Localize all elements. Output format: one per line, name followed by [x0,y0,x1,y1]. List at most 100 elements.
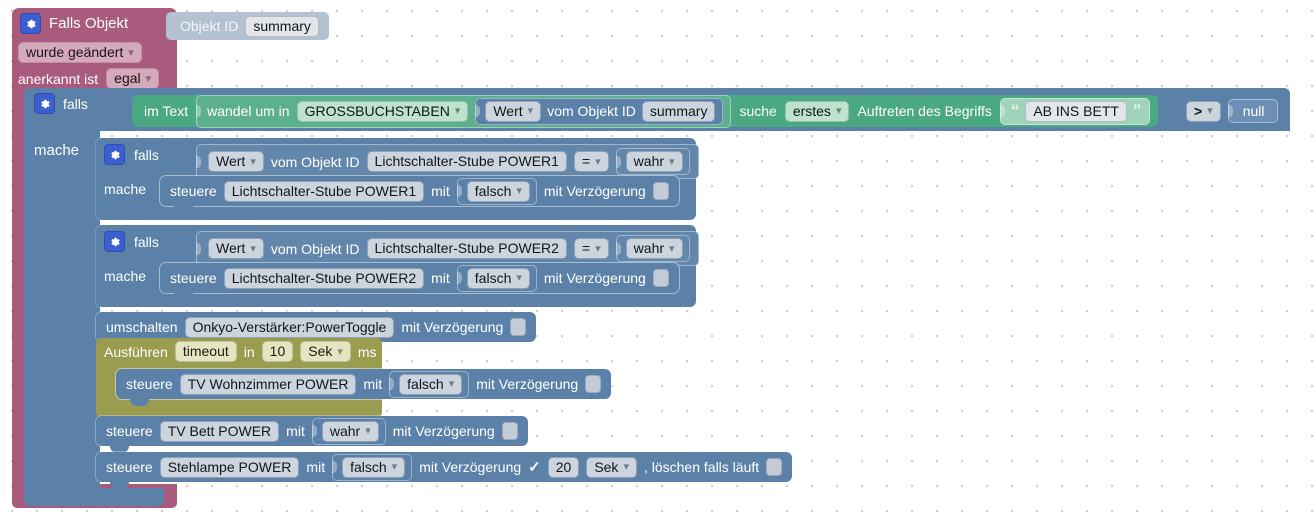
object-id-field[interactable]: summary [245,15,319,37]
with-label: mit [306,459,326,475]
outer-if-title-row[interactable]: falls [34,93,88,114]
gear-icon[interactable] [20,13,41,34]
timeout-header-row[interactable]: Ausführen timeout in 10 Sek ▾ ms [104,341,377,362]
timeout-unit-value: Sek [308,343,333,359]
timeout-unit-dropdown[interactable]: Sek ▾ [300,341,351,362]
object-prefix-label: vom Objekt ID [547,103,636,119]
transform-label: wandel um in [207,103,290,119]
chevron-down-icon: ▾ [337,345,343,358]
with-label: mit [431,270,450,286]
object-value-socket[interactable]: Wert ▾ vom Objekt ID summary [475,97,724,125]
trigger-change-mode-row[interactable]: wurde geändert ▾ [18,42,142,63]
action-value-dropdown[interactable]: falsch ▾ [466,267,530,289]
action-value-dropdown[interactable]: falsch ▾ [466,180,530,202]
ack-dropdown[interactable]: egal ▾ [106,68,160,89]
delay-checkbox[interactable]: ✓ [528,460,541,475]
timeout-body-action[interactable]: steuere TV Wohnzimmer POWER mit falsch ▾… [116,369,612,406]
value-selector-value: Wert [493,102,523,119]
action-target-field[interactable]: Lichtschalter-Stube POWER2 [223,267,425,289]
delay-toggle[interactable] [510,318,527,336]
action-value-socket[interactable]: falsch ▾ [389,370,470,398]
compare-value-socket[interactable]: wahr ▾ [615,235,690,262]
object-id-field[interactable]: Lichtschalter-Stube POWER1 [366,151,567,172]
action-value-dropdown[interactable]: falsch ▾ [342,456,406,478]
object-id-value-block[interactable]: Objekt ID summary [166,12,329,40]
action-value-dropdown[interactable]: falsch ▾ [399,373,463,395]
action-target-field[interactable]: TV Bett POWER [159,420,280,442]
compare-value: wahr [633,240,665,256]
operator-dropdown[interactable]: = ▾ [573,151,609,172]
chevron-down-icon: ▾ [1207,105,1213,117]
outer-if-keyword: falls [63,95,88,112]
action-value-socket[interactable]: falsch ▾ [332,453,413,481]
action-value-socket[interactable]: falsch ▾ [456,264,537,292]
delay-toggle[interactable] [652,269,669,287]
nested-if-2-title-row[interactable]: falls [104,231,159,252]
search-term-field[interactable]: AB INS BETT [1025,100,1127,122]
transform-socket[interactable]: wandel um in GROSSBUCHSTABEN ▾ Wert ▾ vo… [196,94,732,128]
action-target-field[interactable]: Stehlampe POWER [159,456,300,478]
delay-label: mit Verzögerung [543,183,646,199]
operator-dropdown[interactable]: > ▾ [1186,100,1221,122]
trigger-ack-row[interactable]: anerkannt ist egal ▾ [18,68,160,89]
trailing-statement-2[interactable]: steuere Stehlampe POWER mit falsch ▾ mit… [96,452,793,489]
comparison-group[interactable]: > ▾ null [1186,99,1278,123]
nested-if-1-title-row[interactable]: falls [104,144,159,165]
action-value-socket[interactable]: falsch ▾ [456,177,537,205]
clear-toggle[interactable] [766,458,783,476]
text-search-block[interactable]: im Text wandel um in GROSSBUCHSTABEN ▾ W… [132,94,1159,128]
object-id-field[interactable]: Lichtschalter-Stube POWER2 [366,238,567,259]
delay-unit-dropdown[interactable]: Sek ▾ [586,456,637,478]
delay-toggle[interactable] [585,375,602,393]
search-term-socket[interactable]: “ AB INS BETT ” [999,97,1151,125]
script-canvas[interactable]: Falls Objekt Objekt ID summary wurde geä… [0,0,1316,530]
value-selector-value: Wert [216,240,246,256]
chevron-down-icon: ▾ [527,105,534,117]
nested-if-1-condition[interactable]: Wert ▾ vom Objekt ID Lichtschalter-Stube… [196,144,699,179]
action-value: falsch [350,458,387,475]
timeout-verb: Ausführen [104,343,168,360]
compare-value-dropdown[interactable]: wahr ▾ [625,238,683,259]
action-verb: steuere [106,423,153,439]
delay-amount-field[interactable]: 20 [547,456,580,478]
timeout-amount-field[interactable]: 10 [261,341,294,362]
transform-dropdown[interactable]: GROSSBUCHSTABEN ▾ [296,100,469,122]
operator-dropdown[interactable]: = ▾ [573,238,609,259]
compare-value-socket[interactable]: wahr ▾ [615,148,690,175]
delay-label: mit Verzögerung [543,270,646,286]
clear-label: , löschen falls läuft [643,459,760,475]
operator-value: > [1194,102,1203,119]
action-target-field[interactable]: Lichtschalter-Stube POWER1 [223,180,425,202]
compare-value: wahr [633,153,665,169]
change-mode-dropdown[interactable]: wurde geändert ▾ [18,42,142,63]
nested-if-1-keyword: falls [134,146,159,163]
compare-value-dropdown[interactable]: wahr ▾ [625,151,683,172]
gear-icon[interactable] [34,93,55,114]
delay-toggle[interactable] [652,182,669,200]
toggle-target-field[interactable]: Onkyo-Verstärker:PowerToggle [184,316,395,338]
nested-if-1-action[interactable]: steuere Lichtschalter-Stube POWER1 mit f… [160,176,679,213]
occurrence-value: erstes [792,102,831,119]
delay-toggle[interactable] [501,422,518,440]
null-value-block[interactable]: null [1227,99,1278,123]
trailing-statement-1[interactable]: steuere TV Bett POWER mit wahr ▾ mit Ver… [96,416,528,453]
action-value-dropdown[interactable]: wahr ▾ [321,420,379,442]
gear-icon[interactable] [104,231,125,252]
timeout-in-label: in [243,343,255,360]
object-id-field[interactable]: summary [641,100,716,122]
action-target-field[interactable]: TV Wohnzimmer POWER [179,373,357,395]
value-selector-dropdown[interactable]: Wert ▾ [208,238,264,259]
action-value: wahr [329,422,361,439]
gear-icon[interactable] [104,144,125,165]
timeout-name-field[interactable]: timeout [174,341,237,362]
action-value-socket[interactable]: wahr ▾ [311,417,386,445]
delay-label: mit Verzögerung [419,459,522,475]
value-selector-dropdown[interactable]: Wert ▾ [208,151,264,172]
occurrence-dropdown[interactable]: erstes ▾ [784,100,850,122]
nested-if-2-condition[interactable]: Wert ▾ vom Objekt ID Lichtschalter-Stube… [196,231,699,266]
trigger-title-row[interactable]: Falls Objekt [20,13,128,34]
chevron-down-icon: ▾ [128,46,134,59]
nested-if-2-action[interactable]: steuere Lichtschalter-Stube POWER2 mit f… [160,263,679,300]
chevron-down-icon: ▾ [454,105,461,117]
value-selector-dropdown[interactable]: Wert ▾ [485,100,542,122]
